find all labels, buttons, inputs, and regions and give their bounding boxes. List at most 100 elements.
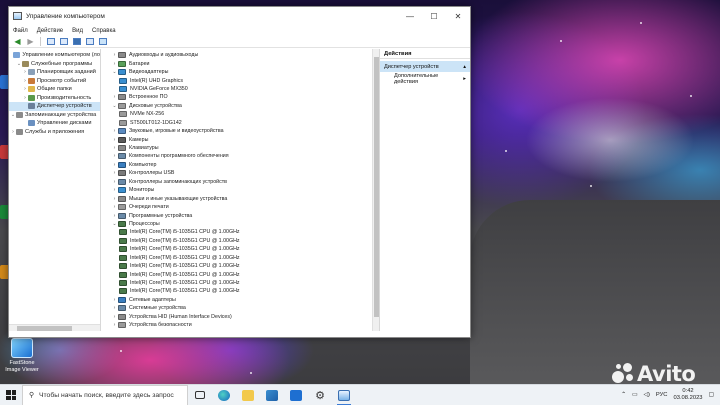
chevron-right-icon[interactable]: › — [111, 61, 118, 67]
device-item[interactable]: Intel(R) Core(TM) i5-1035G1 CPU @ 1.00GH… — [111, 245, 240, 253]
device-category[interactable]: › Компоненты программного обеспечения — [111, 152, 240, 160]
taskbar-edge[interactable] — [212, 385, 236, 405]
network-icon[interactable]: ▭ — [632, 392, 637, 398]
device-category[interactable]: › Компьютер — [111, 161, 240, 169]
chevron-right-icon[interactable]: › — [111, 52, 118, 58]
chevron-right-icon[interactable]: › — [111, 187, 118, 193]
device-item[interactable]: Intel(R) Core(TM) i5-1035G1 CPU @ 1.00GH… — [111, 237, 240, 245]
menu-file[interactable]: Файл — [13, 28, 28, 34]
close-button[interactable]: ✕ — [446, 7, 470, 25]
tree-item[interactable]: › Общие папки — [9, 85, 100, 94]
device-item[interactable]: Intel(R) Core(TM) i5-1035G1 CPU @ 1.00GH… — [111, 270, 240, 278]
desktop-icon-faststone[interactable]: FastStone Image Viewer — [2, 338, 42, 374]
language-indicator[interactable]: РУС — [656, 392, 668, 398]
taskbar-mail[interactable] — [284, 385, 308, 405]
device-category[interactable]: › Устройства безопасности — [111, 321, 240, 329]
tree-item[interactable]: › Планировщик заданий — [9, 68, 100, 77]
chevron-right-icon[interactable]: › — [111, 204, 118, 210]
device-item[interactable]: NVMe NX-256 — [111, 110, 240, 118]
tree-item[interactable]: ⌄ Запоминающие устройства — [9, 111, 100, 120]
device-category[interactable]: › Устройства HID (Human Interface Devices… — [111, 313, 240, 321]
horizontal-scrollbar[interactable] — [9, 324, 100, 331]
tree-item[interactable]: › Просмотр событий — [9, 77, 100, 86]
device-item[interactable]: Intel(R) Core(TM) i5-1035G1 CPU @ 1.00GH… — [111, 279, 240, 287]
device-category[interactable]: › Мониторы — [111, 186, 240, 194]
tree-item[interactable]: › Производительность — [9, 94, 100, 103]
notification-icon[interactable]: ▢ — [709, 392, 714, 398]
device-item[interactable]: Intel(R) Core(TM) i5-1035G1 CPU @ 1.00GH… — [111, 262, 240, 270]
device-category[interactable]: › Клавиатуры — [111, 144, 240, 152]
vertical-scrollbar[interactable] — [372, 49, 379, 331]
chevron-right-icon[interactable]: › — [111, 213, 118, 219]
chevron-down-icon[interactable]: ⌄ — [111, 103, 118, 109]
device-category[interactable]: › Программные устройства — [111, 211, 240, 219]
device-category[interactable]: › Системные устройства — [111, 304, 240, 312]
chevron-right-icon[interactable]: › — [111, 94, 118, 100]
scrollbar-thumb[interactable] — [17, 326, 72, 331]
taskbar-computer-management[interactable] — [332, 385, 356, 405]
device-category[interactable]: › Камеры — [111, 135, 240, 143]
clock[interactable]: 0:42 03.08.2023 — [674, 388, 703, 402]
device-category[interactable]: ⌄ Дисковые устройства — [111, 102, 240, 110]
device-category[interactable]: › Контроллеры USB — [111, 169, 240, 177]
chevron-right-icon[interactable]: › — [111, 128, 118, 134]
device-item[interactable]: NVIDIA GeForce MX350 — [111, 85, 240, 93]
device-item[interactable]: Intel(R) Core(TM) i5-1035G1 CPU @ 1.00GH… — [111, 287, 240, 295]
taskbar-settings[interactable]: ⚙ — [308, 385, 332, 405]
device-category[interactable]: › Сетевые адаптеры — [111, 296, 240, 304]
chevron-right-icon[interactable]: › — [111, 322, 118, 328]
chevron-right-icon[interactable]: › — [111, 153, 118, 159]
device-item[interactable]: Intel(R) Core(TM) i5-1035G1 CPU @ 1.00GH… — [111, 254, 240, 262]
properties-button[interactable] — [84, 37, 95, 47]
start-button[interactable] — [0, 385, 22, 405]
chevron-right-icon[interactable]: › — [111, 145, 118, 151]
device-category[interactable]: ⌄ Видеоадаптеры — [111, 68, 240, 76]
chevron-right-icon[interactable]: › — [111, 297, 118, 303]
task-view-button[interactable] — [188, 385, 212, 405]
device-category[interactable]: › Звуковые, игровые и видеоустройства — [111, 127, 240, 135]
device-category[interactable]: › Очереди печати — [111, 203, 240, 211]
device-category[interactable]: › Встроенное ПО — [111, 93, 240, 101]
device-category[interactable]: › Аудиовходы и аудиовыходы — [111, 51, 240, 59]
minimize-button[interactable]: — — [398, 7, 422, 25]
show-hide-tree-button[interactable] — [58, 37, 69, 47]
more-actions-item[interactable]: Дополнительные действия ▸ — [380, 73, 470, 85]
menu-action[interactable]: Действие — [37, 28, 63, 34]
taskbar-explorer[interactable] — [236, 385, 260, 405]
chevron-right-icon[interactable]: › — [111, 314, 118, 320]
device-item[interactable]: ST500LT012-1DG142 — [111, 119, 240, 127]
taskbar-store[interactable] — [260, 385, 284, 405]
chevron-down-icon[interactable]: ⌄ — [111, 69, 118, 75]
title-bar[interactable]: Управление компьютером — ☐ ✕ — [9, 7, 470, 25]
actions-device-manager[interactable]: Диспетчер устройств ▴ — [380, 61, 470, 72]
scrollbar-thumb[interactable] — [374, 57, 379, 317]
chevron-right-icon[interactable]: › — [111, 137, 118, 143]
back-button[interactable]: ◀ — [12, 37, 23, 47]
chevron-down-icon[interactable]: ⌄ — [111, 221, 118, 227]
device-category[interactable]: › Батареи — [111, 59, 240, 67]
chevron-right-icon[interactable]: › — [111, 179, 118, 185]
menu-help[interactable]: Справка — [92, 28, 116, 34]
menu-view[interactable]: Вид — [72, 28, 83, 34]
chevron-right-icon[interactable]: › — [111, 162, 118, 168]
tree-item[interactable]: › Службы и приложения — [9, 128, 100, 137]
chevron-up-icon[interactable]: ⌃ — [621, 392, 626, 398]
maximize-button[interactable]: ☐ — [422, 7, 446, 25]
device-category[interactable]: › Мыши и иные указывающие устройства — [111, 194, 240, 202]
device-category[interactable]: ⌄ Процессоры — [111, 220, 240, 228]
taskbar-search-box[interactable]: ⚲ Чтобы начать поиск, введите здесь запр… — [22, 384, 188, 405]
forward-button[interactable]: ▶ — [25, 37, 36, 47]
tree-item[interactable]: Управление дисками — [9, 119, 100, 128]
device-category[interactable]: › Контроллеры запоминающих устройств — [111, 178, 240, 186]
device-item[interactable]: Intel(R) UHD Graphics — [111, 76, 240, 84]
chevron-right-icon[interactable]: › — [111, 170, 118, 176]
volume-icon[interactable]: ◁) — [644, 392, 650, 398]
chevron-right-icon[interactable]: › — [111, 196, 118, 202]
tree-item[interactable]: Диспетчер устройств — [9, 102, 100, 111]
tree-item[interactable]: ⌄ Служебные программы — [9, 60, 100, 69]
tree-item[interactable]: Управление компьютером (ло — [9, 51, 100, 60]
scan-hardware-button[interactable] — [97, 37, 108, 47]
device-item[interactable]: Intel(R) Core(TM) i5-1035G1 CPU @ 1.00GH… — [111, 228, 240, 236]
help-button[interactable] — [71, 37, 82, 47]
chevron-right-icon[interactable]: › — [111, 305, 118, 311]
